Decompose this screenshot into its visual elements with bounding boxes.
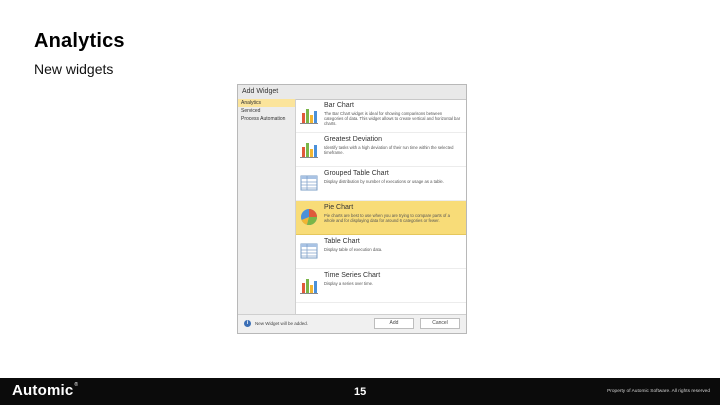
widget-list: Bar Chart The Bar Chart widget is ideal … (296, 99, 466, 317)
slide-title: Analytics (34, 30, 125, 52)
bar-chart-icon (300, 279, 318, 294)
pie-chart-icon (301, 209, 318, 226)
dialog-footer: i New Widget will be added. Add Cancel (238, 314, 466, 333)
sidebar-item-serviced[interactable]: Serviced (238, 107, 295, 115)
copyright-notice: Property of Automic Software. All rights… (607, 389, 710, 394)
widget-description: The Bar Chart widget is ideal for showin… (324, 111, 461, 127)
sidebar-item-analytics[interactable]: Analytics (238, 99, 295, 107)
brand-name: Automic (12, 382, 74, 399)
info-icon: i (244, 320, 251, 327)
cancel-button[interactable]: Cancel (420, 318, 460, 329)
widget-item-bar-chart[interactable]: Bar Chart The Bar Chart widget is ideal … (296, 99, 466, 133)
widget-title: Bar Chart (324, 102, 354, 109)
table-icon (300, 175, 318, 191)
bar-chart-icon (300, 109, 318, 124)
trademark: ® (74, 382, 79, 388)
widget-description: Display table of execution data. (324, 247, 383, 252)
widget-title: Greatest Deviation (324, 136, 382, 143)
widget-description: Identify tasks with a high deviation of … (324, 145, 454, 156)
slide-subtitle: New widgets (34, 61, 114, 77)
category-sidebar: Analytics Serviced Process Automation (238, 99, 296, 317)
widget-item-pie-chart[interactable]: Pie Chart Pie charts are best to use whe… (296, 201, 466, 235)
widget-title: Pie Chart (324, 204, 354, 211)
widget-item-time-series-chart[interactable]: Time Series Chart Display a series over … (296, 269, 466, 303)
widget-description: Display distribution by number of execut… (324, 179, 444, 184)
widget-title: Table Chart (324, 238, 360, 245)
add-widget-dialog: Add Widget Analytics Serviced Process Au… (237, 84, 467, 334)
brand-logo: Automic® (12, 382, 78, 399)
page-number: 15 (354, 386, 367, 398)
dialog-body: Analytics Serviced Process Automation Ba… (238, 99, 466, 317)
footer-note: New Widget will be added. (255, 321, 309, 326)
footer-bar: Automic® 15 Property of Automic Software… (0, 378, 720, 405)
add-button[interactable]: Add (374, 318, 414, 329)
widget-item-greatest-deviation[interactable]: Greatest Deviation Identify tasks with a… (296, 133, 466, 167)
widget-description: Display a series over time. (324, 281, 374, 286)
widget-title: Time Series Chart (324, 272, 381, 279)
widget-item-table-chart[interactable]: Table Chart Display table of execution d… (296, 235, 466, 269)
sidebar-item-process-automation[interactable]: Process Automation (238, 115, 295, 123)
bar-chart-icon (300, 143, 318, 158)
dialog-title: Add Widget (238, 85, 466, 100)
widget-item-grouped-table-chart[interactable]: Grouped Table Chart Display distribution… (296, 167, 466, 201)
widget-description: Pie charts are best to use when you are … (324, 213, 450, 224)
table-icon (300, 243, 318, 259)
widget-title: Grouped Table Chart (324, 170, 389, 177)
